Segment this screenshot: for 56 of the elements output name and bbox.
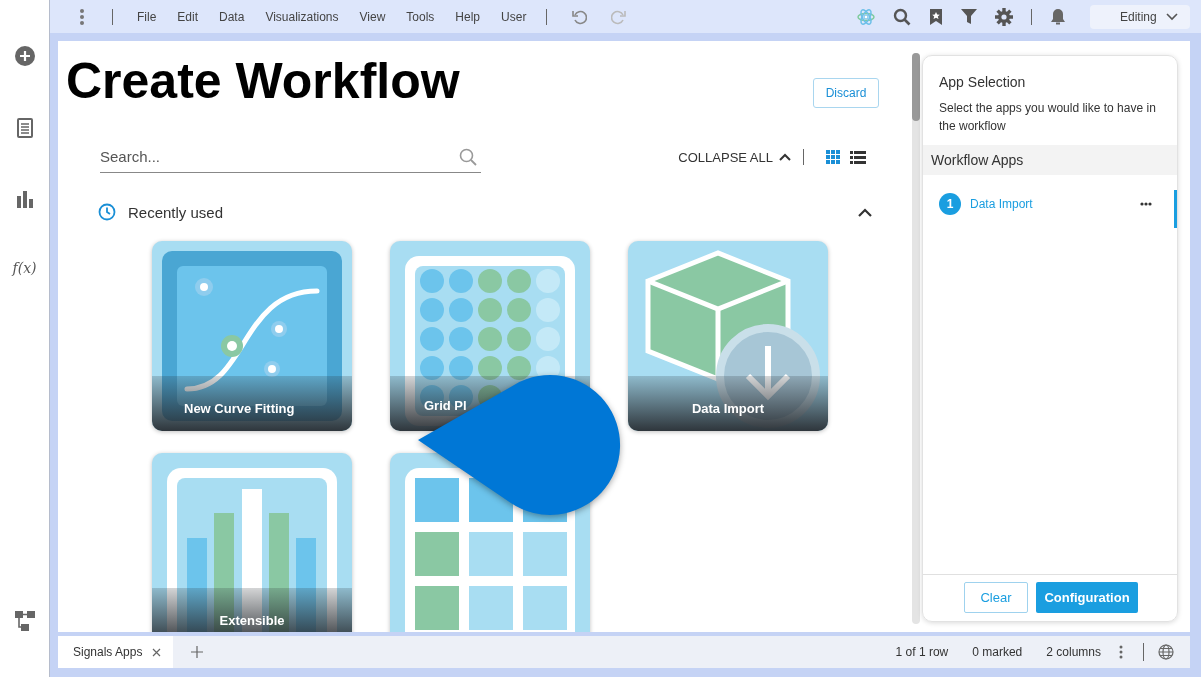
marked-count: 0 marked: [972, 645, 1023, 659]
menu-item[interactable]: Edit: [177, 9, 199, 24]
filter-icon[interactable]: [961, 8, 977, 25]
step-number: 1: [939, 193, 961, 215]
grid-view-icon[interactable]: [826, 150, 840, 164]
menu-item[interactable]: Visualizations: [265, 9, 339, 24]
close-icon[interactable]: [152, 647, 162, 657]
scrollbar-thumb[interactable]: [912, 53, 920, 121]
discard-button[interactable]: Discard: [813, 78, 879, 108]
menu-item[interactable]: View: [359, 9, 386, 24]
menu-item[interactable]: Data: [219, 9, 245, 24]
caret-up-icon: [779, 153, 791, 161]
notification-bell-icon[interactable]: [1050, 7, 1066, 26]
sheet-tab[interactable]: Signals Apps: [58, 636, 174, 668]
menu-item[interactable]: File: [137, 9, 157, 24]
column-count: 2 columns: [1046, 645, 1101, 659]
list-header: Workflow Apps: [923, 145, 1177, 175]
chevron-icon[interactable]: [858, 207, 872, 217]
app-tile[interactable]: Data Import: [628, 241, 828, 431]
search-field[interactable]: Search...: [100, 141, 481, 173]
more-vertical-icon[interactable]: [1119, 645, 1123, 659]
menu-item[interactable]: User: [501, 9, 527, 24]
panel-title: App Selection: [939, 74, 1027, 90]
bookmark-star-icon[interactable]: [929, 7, 943, 26]
section-title: Recently used: [128, 203, 224, 221]
page-title: Create Workflow: [66, 53, 460, 109]
bar-chart-icon[interactable]: [15, 190, 34, 208]
undo-icon[interactable]: [571, 8, 588, 25]
clock-icon: [98, 203, 116, 221]
add-icon[interactable]: [14, 46, 35, 66]
app-tile-label: Data Import: [690, 401, 766, 416]
settings-icon[interactable]: [995, 7, 1013, 26]
collapse-all-button[interactable]: COLLAPSE ALL: [678, 149, 791, 165]
add-tab-icon[interactable]: [191, 646, 204, 658]
mode-dropdown[interactable]: Editing: [1090, 4, 1190, 29]
panel-description: Select the apps you would like to have in the workflow: [939, 100, 1157, 135]
app-name: Data Import: [970, 197, 1033, 211]
caret-down-icon: [1166, 12, 1178, 21]
menu-item[interactable]: Help: [455, 9, 481, 24]
list-view-icon[interactable]: [850, 150, 866, 164]
globe-icon[interactable]: [1158, 644, 1174, 660]
app-tile-label: Grid Pl: [424, 398, 468, 413]
search-icon[interactable]: [893, 7, 911, 26]
document-icon[interactable]: [16, 118, 33, 138]
row-count: 1 of 1 row: [895, 645, 949, 659]
redo-icon: [611, 8, 628, 25]
app-tile[interactable]: New Curve Fitting: [152, 241, 352, 431]
app-tile[interactable]: Extensible: [152, 453, 352, 632]
app-tile-label: New Curve Fitting: [184, 401, 296, 416]
more-vertical-icon[interactable]: [80, 8, 84, 25]
menu-item[interactable]: Tools: [406, 9, 435, 24]
app-tile-label: Extensible: [218, 613, 286, 628]
function-icon[interactable]: f(x): [12, 260, 37, 276]
workflow-icon[interactable]: [13, 610, 36, 632]
more-icon[interactable]: [1140, 202, 1152, 206]
search-icon[interactable]: [459, 148, 477, 166]
